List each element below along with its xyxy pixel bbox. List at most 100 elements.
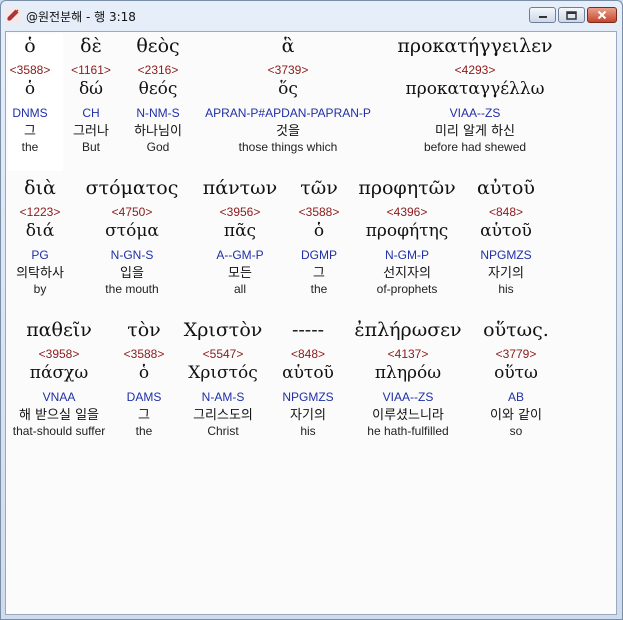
greek-word: δὲ <box>80 35 102 57</box>
strong-number: <2316> <box>137 63 179 77</box>
greek-word: ὁ <box>24 35 36 57</box>
strong-number: <4750> <box>111 205 153 219</box>
lemma: θεός <box>138 79 178 99</box>
strong-number: <3588> <box>298 205 340 219</box>
english-gloss: so <box>509 424 523 438</box>
strong-number: <848> <box>290 347 326 361</box>
english-gloss: before had shewed <box>423 140 527 154</box>
word-column[interactable]: παθεῖν <3958> πάσχω VNAA 해 받으실 일을 that-s… <box>13 318 106 439</box>
greek-word: ἃ <box>281 35 295 57</box>
morphology-code: DNMS <box>12 106 48 120</box>
lemma: στόμα <box>105 221 159 241</box>
morphology-code: APRAN-P#APDAN-PAPRAN-P <box>205 106 371 120</box>
morphology-code: N-AM-S <box>201 390 245 404</box>
greek-word: αὐτοῦ <box>477 177 535 199</box>
strong-number: <4293> <box>454 63 496 77</box>
lemma: πάσχω <box>29 363 89 383</box>
word-column[interactable]: θεὸς <2316> θεός N-NM-S 하나님이 God <box>134 34 182 155</box>
greek-word: τὸν <box>127 319 161 341</box>
lemma: αὑτοῦ <box>480 221 532 241</box>
morphology-code: AB <box>507 390 524 404</box>
morphology-code: CH <box>82 106 100 120</box>
minimize-icon <box>538 16 547 18</box>
maximize-button[interactable] <box>558 7 585 23</box>
morphology-code: DAMS <box>126 390 162 404</box>
strong-number: <4396> <box>386 205 428 219</box>
greek-word: ----- <box>291 319 325 341</box>
lemma: πληρόω <box>374 363 442 383</box>
strong-number: <3779> <box>495 347 537 361</box>
morphology-code: PG <box>31 248 49 262</box>
morphology-code: VIAA--ZS <box>382 390 434 404</box>
english-gloss: those things which <box>238 140 338 154</box>
morphology-code: A--GM-P <box>216 248 264 262</box>
greek-word: τῶν <box>300 177 338 199</box>
strong-number: <848> <box>488 205 524 219</box>
app-window: @원전분해 - 행 3:18 ὁ <3588> ὁ DNMS 그 the δὲ … <box>0 0 623 620</box>
greek-word: οὕτως. <box>483 319 549 341</box>
korean-gloss: 선지자의 <box>383 266 431 281</box>
greek-word: θεὸς <box>136 35 180 57</box>
greek-word: παθεῖν <box>26 319 92 341</box>
strong-number: <4137> <box>387 347 429 361</box>
strong-number: <1223> <box>19 205 61 219</box>
greek-word: προκατήγγειλεν <box>397 35 553 57</box>
word-column[interactable]: αὐτοῦ <848> αὑτοῦ NPGMZS 자기의 his <box>477 176 535 297</box>
word-column[interactable]: προκατήγγειλεν <4293> προκαταγγέλλω VIAA… <box>397 34 552 155</box>
english-gloss: his <box>498 282 514 296</box>
morphology-code: N-GM-P <box>385 248 429 262</box>
close-icon <box>597 10 607 20</box>
word-column[interactable]: τὸν <3588> ὁ DAMS 그 the <box>124 318 165 439</box>
close-button[interactable] <box>587 7 617 23</box>
word-column[interactable]: προφητῶν <4396> προφήτης N-GM-P 선지자의 of-… <box>358 176 455 297</box>
word-column[interactable]: στόματος <4750> στόμα N-GN-S 입을 the mout… <box>86 176 179 297</box>
korean-gloss: 그러나 <box>73 124 109 139</box>
word-column[interactable]: διὰ <1223> διά PG 의탁하사 by <box>16 176 64 297</box>
interlinear-panel: ὁ <3588> ὁ DNMS 그 the δὲ <1161> δώ CH 그러… <box>5 31 617 615</box>
minimize-button[interactable] <box>529 7 556 23</box>
lemma: ὁ <box>24 79 36 99</box>
word-column[interactable]: πάντων <3956> πᾶς A--GM-P 모든 all <box>203 176 277 297</box>
greek-word: στόματος <box>85 177 179 199</box>
lemma: προφήτης <box>365 221 449 241</box>
greek-word: διὰ <box>24 177 56 199</box>
strong-number: <3958> <box>38 347 80 361</box>
english-gloss: the mouth <box>105 282 159 296</box>
korean-gloss: 해 받으실 일을 <box>18 408 100 423</box>
english-gloss: Christ <box>207 424 239 438</box>
word-column[interactable]: Χριστὸν <5547> Χριστός N-AM-S 그리스도의 Chri… <box>184 318 263 439</box>
morphology-code: VIAA--ZS <box>449 106 501 120</box>
title-bar[interactable]: @원전분해 - 행 3:18 <box>1 1 622 31</box>
english-gloss: of-prophets <box>376 282 438 296</box>
word-column[interactable]: οὕτως. <3779> οὕτω AB 이와 같이 so <box>483 318 549 439</box>
lemma: δώ <box>78 79 104 99</box>
morphology-code: N-GN-S <box>110 248 154 262</box>
korean-gloss: 모든 <box>228 266 252 281</box>
english-gloss: the <box>21 140 39 154</box>
korean-gloss: 것을 <box>276 124 300 139</box>
greek-word: Χριστὸν <box>183 319 263 341</box>
strong-number: <3588> <box>123 347 165 361</box>
strong-number: <3588> <box>9 63 51 77</box>
greek-word: ἐπλήρωσεν <box>354 319 462 341</box>
word-column[interactable]: ὁ <3588> ὁ DNMS 그 the <box>10 34 51 155</box>
greek-word: πάντων <box>202 177 278 199</box>
quill-icon <box>5 7 21 23</box>
lemma: ὁ <box>138 363 150 383</box>
korean-gloss: 이와 같이 <box>490 408 542 423</box>
strong-number: <1161> <box>71 63 111 77</box>
word-column[interactable]: τῶν <3588> ὁ DGMP 그 the <box>299 176 340 297</box>
morphology-code: NPGMZS <box>480 248 532 262</box>
word-column[interactable]: δὲ <1161> δώ CH 그러나 But <box>71 34 111 155</box>
english-gloss: God <box>146 140 170 154</box>
word-column[interactable]: ἃ <3739> ὅς APRAN-P#APDAN-PAPRAN-P 것을 th… <box>205 34 371 155</box>
strong-number: <3956> <box>219 205 261 219</box>
english-gloss: the <box>310 282 328 296</box>
lemma: προκαταγγέλλω <box>405 79 545 99</box>
word-column[interactable]: ἐπλήρωσεν <4137> πληρόω VIAA--ZS 이루셨느니라 … <box>354 318 461 439</box>
english-gloss: all <box>233 282 246 296</box>
korean-gloss: 미리 알게 하신 <box>434 124 516 139</box>
lemma: ὅς <box>278 79 298 99</box>
word-column[interactable]: ----- <848> αὑτοῦ NPGMZS 자기의 his <box>282 318 334 439</box>
lemma: ὁ <box>313 221 325 241</box>
